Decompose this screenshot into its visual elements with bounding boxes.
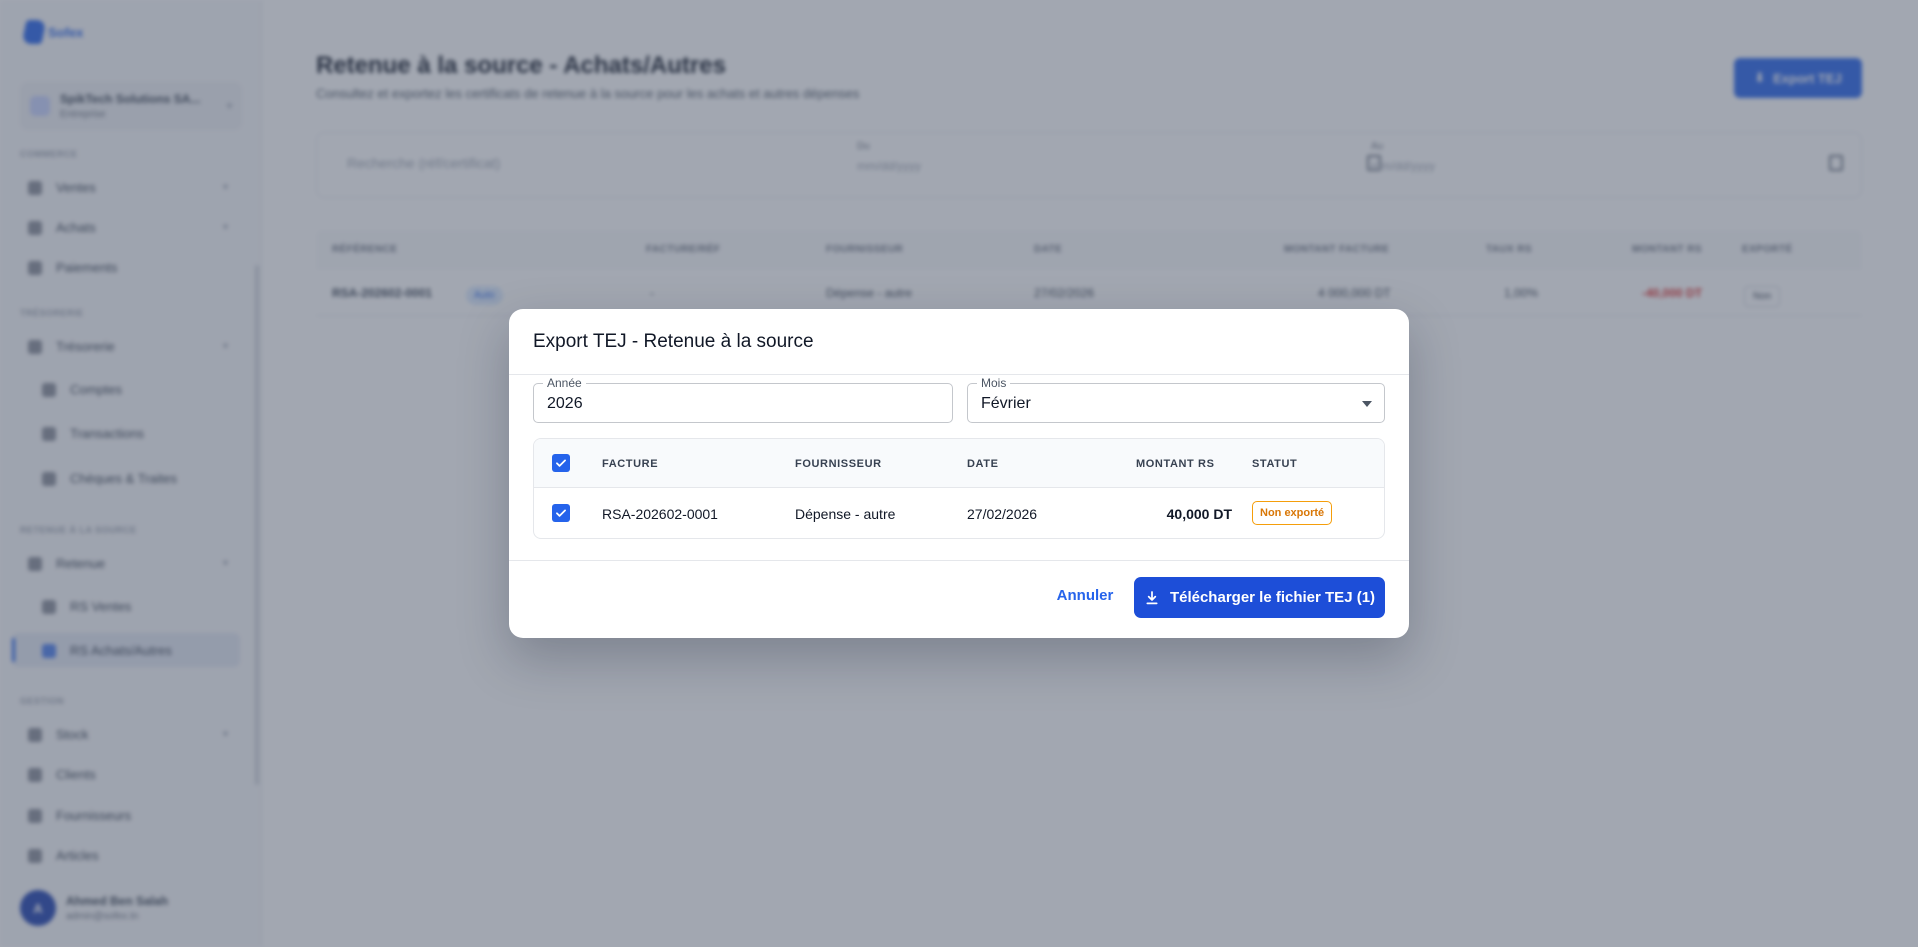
invoice-table: FACTURE FOURNISSEUR DATE MONTANT RS STAT… (533, 438, 1385, 539)
year-field[interactable]: Année 2026 (533, 376, 953, 423)
check-icon (556, 509, 566, 517)
divider (509, 374, 1409, 375)
year-value: 2026 (547, 395, 583, 412)
cancel-button[interactable]: Annuler (1041, 577, 1129, 613)
row-checkbox[interactable] (552, 504, 570, 522)
download-icon (1146, 590, 1158, 604)
col-montant-rs: MONTANT RS (1136, 458, 1215, 470)
month-label: Mois (977, 376, 1011, 390)
status-badge: Non exporté (1252, 501, 1333, 525)
dialog-title: Export TEJ - Retenue à la source (533, 331, 814, 352)
col-fournisseur: FOURNISSEUR (795, 458, 882, 470)
month-value: Février (981, 395, 1031, 412)
year-label: Année (543, 376, 586, 390)
check-icon (556, 459, 566, 467)
caret-down-icon (1362, 401, 1372, 407)
invoice-table-header: FACTURE FOURNISSEUR DATE MONTANT RS STAT… (534, 439, 1384, 488)
col-facture: FACTURE (602, 458, 659, 470)
month-select[interactable]: Mois Février (967, 376, 1385, 423)
export-tej-dialog: Export TEJ - Retenue à la source Année 2… (509, 309, 1409, 638)
download-tej-button[interactable]: Télécharger le fichier TEJ (1) (1134, 577, 1385, 618)
col-statut: STATUT (1252, 458, 1298, 470)
table-row[interactable]: RSA-202602-0001 Dépense - autre 27/02/20… (534, 488, 1384, 538)
col-date: DATE (967, 458, 999, 470)
select-all-checkbox[interactable] (552, 454, 570, 472)
divider (509, 560, 1409, 561)
download-label: Télécharger le fichier TEJ (1) (1169, 589, 1376, 606)
row-date: 27/02/2026 (967, 506, 1038, 522)
row-fournisseur: Dépense - autre (795, 506, 896, 522)
row-montant-rs: 40,000 DT (1166, 506, 1232, 522)
row-facture: RSA-202602-0001 (602, 506, 718, 522)
